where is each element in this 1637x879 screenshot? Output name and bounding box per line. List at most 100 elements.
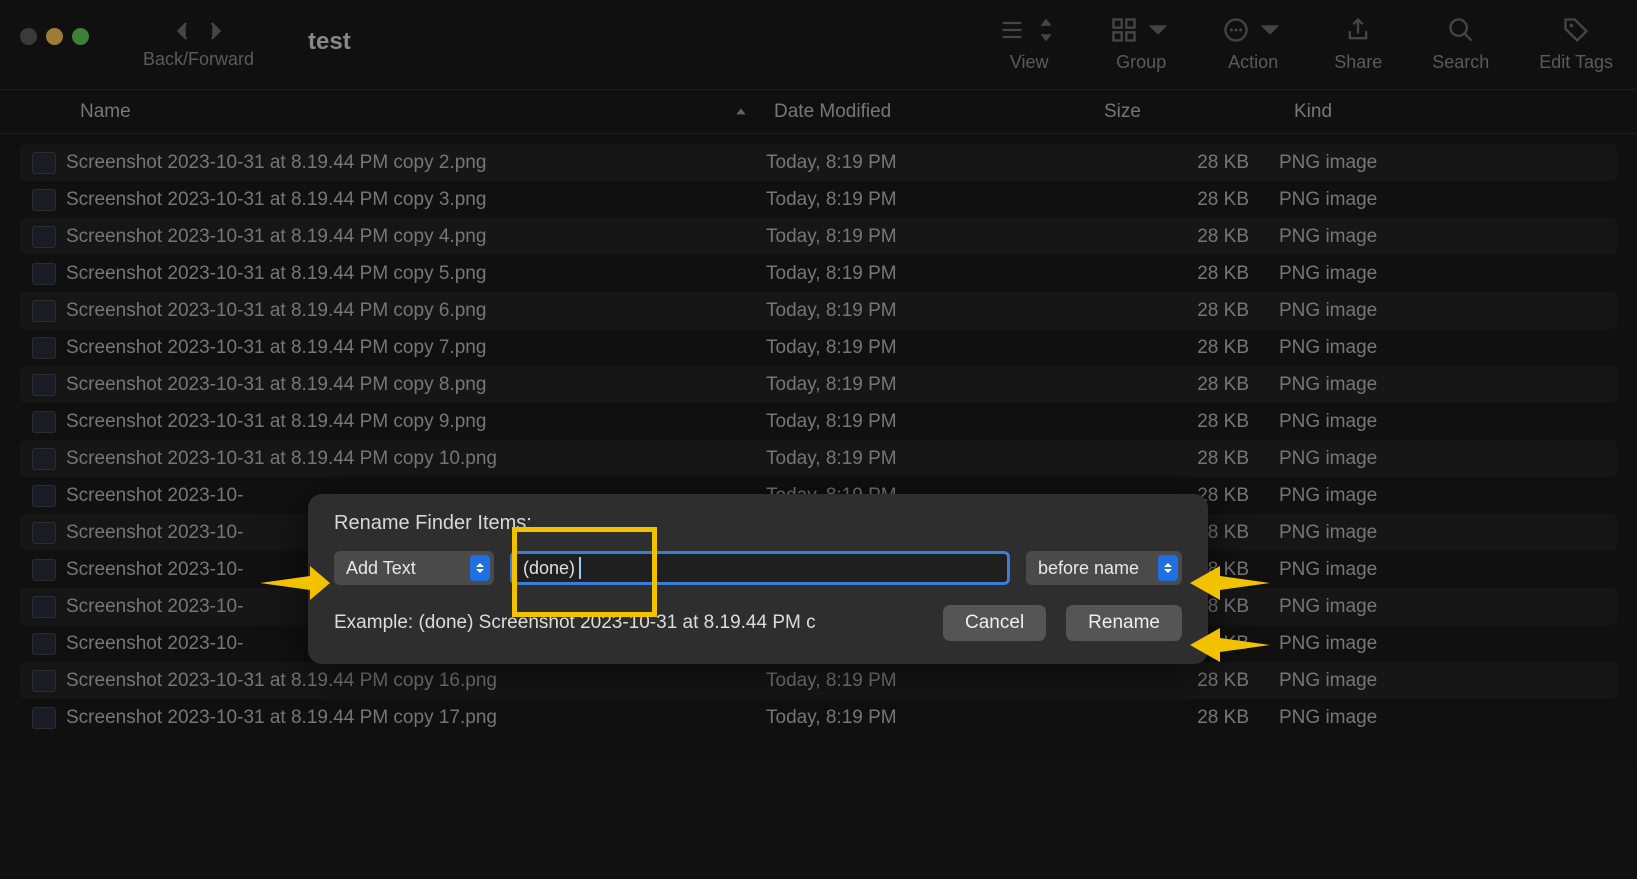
file-thumbnail-icon [32,485,56,507]
file-size: 28 KB [1096,448,1279,470]
column-size-label: Size [1104,101,1141,122]
file-name: Screenshot 2023-10-31 at 8.19.44 PM copy… [66,448,766,470]
search-label: Search [1432,52,1489,73]
search-control[interactable]: Search [1432,14,1489,73]
file-thumbnail-icon [32,633,56,655]
rename-button[interactable]: Rename [1066,605,1182,641]
file-kind: PNG image [1279,559,1617,581]
file-name: Screenshot 2023-10-31 at 8.19.44 PM copy… [66,300,766,322]
column-header-size[interactable]: Size [1092,101,1282,123]
column-header-date[interactable]: Date Modified [762,101,1092,123]
group-control[interactable]: Group [1110,14,1172,73]
minimize-window-button[interactable] [46,28,63,45]
chevron-down-icon [1144,16,1172,44]
file-name: Screenshot 2023-10-31 at 8.19.44 PM copy… [66,263,766,285]
file-size: 28 KB [1096,707,1279,729]
file-row[interactable]: Screenshot 2023-10-31 at 8.19.44 PM copy… [20,662,1617,699]
file-kind: PNG image [1279,374,1617,396]
file-thumbnail-icon [32,300,56,322]
file-date: Today, 8:19 PM [766,707,1096,729]
rename-position-value: before name [1038,558,1139,579]
select-stepper-icon [470,555,490,581]
column-date-label: Date Modified [774,101,891,122]
file-row[interactable]: Screenshot 2023-10-31 at 8.19.44 PM copy… [20,699,1617,736]
file-row[interactable]: Screenshot 2023-10-31 at 8.19.44 PM copy… [20,292,1617,329]
rename-mode-select[interactable]: Add Text [334,551,494,585]
file-row[interactable]: Screenshot 2023-10-31 at 8.19.44 PM copy… [20,329,1617,366]
tag-icon [1562,16,1590,44]
grid-icon [1110,16,1138,44]
file-date: Today, 8:19 PM [766,152,1096,174]
cancel-label: Cancel [965,612,1024,634]
file-name: Screenshot 2023-10-31 at 8.19.44 PM copy… [66,337,766,359]
file-name: Screenshot 2023-10-31 at 8.19.44 PM copy… [66,707,766,729]
file-kind: PNG image [1279,448,1617,470]
file-kind: PNG image [1279,596,1617,618]
file-kind: PNG image [1279,263,1617,285]
chevron-down-icon [1256,16,1284,44]
file-thumbnail-icon [32,707,56,729]
file-kind: PNG image [1279,411,1617,433]
file-kind: PNG image [1279,522,1617,544]
file-thumbnail-icon [32,374,56,396]
tags-control[interactable]: Edit Tags [1539,14,1613,73]
file-name: Screenshot 2023-10-31 at 8.19.44 PM copy… [66,189,766,211]
file-name: Screenshot 2023-10-31 at 8.19.44 PM copy… [66,226,766,248]
file-kind: PNG image [1279,670,1617,692]
tags-label: Edit Tags [1539,52,1613,73]
list-view-icon [998,16,1026,44]
file-kind: PNG image [1279,152,1617,174]
file-size: 28 KB [1096,189,1279,211]
rename-example-text: Example: (done) Screenshot 2023-10-31 at… [334,612,923,634]
close-window-button[interactable] [20,28,37,45]
cancel-button[interactable]: Cancel [943,605,1046,641]
file-kind: PNG image [1279,300,1617,322]
file-thumbnail-icon [32,522,56,544]
annotation-arrow-icon [1190,566,1270,600]
file-size: 28 KB [1096,374,1279,396]
stepper-icon [1032,16,1060,44]
file-size: 28 KB [1096,411,1279,433]
file-size: 28 KB [1096,226,1279,248]
window-controls [20,28,89,45]
file-row[interactable]: Screenshot 2023-10-31 at 8.19.44 PM copy… [20,181,1617,218]
file-date: Today, 8:19 PM [766,374,1096,396]
column-header-kind[interactable]: Kind [1282,101,1637,123]
file-kind: PNG image [1279,337,1617,359]
file-row[interactable]: Screenshot 2023-10-31 at 8.19.44 PM copy… [20,144,1617,181]
file-size: 28 KB [1096,670,1279,692]
rename-dialog: Rename Finder Items: Add Text (done) bef… [308,494,1208,664]
share-control[interactable]: Share [1334,14,1382,73]
text-cursor [579,557,581,579]
file-thumbnail-icon [32,337,56,359]
forward-button[interactable] [204,20,226,47]
zoom-window-button[interactable] [72,28,89,45]
back-button[interactable] [172,20,194,47]
file-kind: PNG image [1279,485,1617,507]
file-thumbnail-icon [32,411,56,433]
annotation-arrow-icon [260,566,330,600]
file-thumbnail-icon [32,226,56,248]
file-row[interactable]: Screenshot 2023-10-31 at 8.19.44 PM copy… [20,366,1617,403]
file-date: Today, 8:19 PM [766,263,1096,285]
file-thumbnail-icon [32,670,56,692]
file-row[interactable]: Screenshot 2023-10-31 at 8.19.44 PM copy… [20,403,1617,440]
file-row[interactable]: Screenshot 2023-10-31 at 8.19.44 PM copy… [20,218,1617,255]
file-thumbnail-icon [32,448,56,470]
file-row[interactable]: Screenshot 2023-10-31 at 8.19.44 PM copy… [20,255,1617,292]
rename-position-select[interactable]: before name [1026,551,1182,585]
rename-text-input[interactable]: (done) [510,551,1010,585]
file-thumbnail-icon [32,152,56,174]
file-size: 28 KB [1096,263,1279,285]
search-icon [1447,16,1475,44]
group-label: Group [1116,52,1166,73]
column-header-name[interactable]: Name [0,101,762,123]
file-row[interactable]: Screenshot 2023-10-31 at 8.19.44 PM copy… [20,440,1617,477]
action-control[interactable]: Action [1222,14,1284,73]
file-size: 28 KB [1096,300,1279,322]
view-control[interactable]: View [998,14,1060,73]
finder-toolbar: Back/Forward test View Group Action [0,0,1637,90]
nav-group: Back/Forward [143,20,254,70]
rename-text-value: (done) [523,558,575,579]
rename-label: Rename [1088,612,1160,634]
